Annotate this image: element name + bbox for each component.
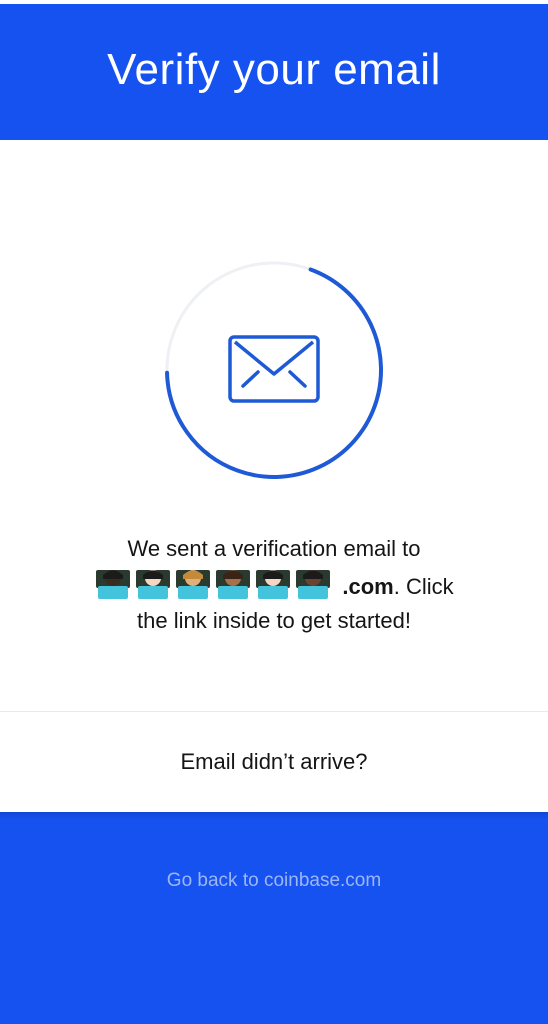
message-line-1: We sent a verification email to <box>127 536 421 561</box>
header-bar: Verify your email <box>0 4 548 140</box>
go-back-link[interactable]: Go back to coinbase.com <box>0 870 548 892</box>
message-line-3: the link inside to get started! <box>137 608 411 633</box>
message-line-2: .com. Click <box>40 566 508 604</box>
footer-shadow <box>0 812 548 820</box>
email-didnt-arrive-link[interactable]: Email didn’t arrive? <box>0 712 548 812</box>
masked-email-emoji <box>96 570 331 599</box>
page-title: Verify your email <box>107 45 441 94</box>
footer-bar: Go back to coinbase.com <box>0 812 548 1024</box>
message-line-2-suffix: . Click <box>393 574 454 599</box>
verify-email-page: Verify your email We sent a verification… <box>0 0 548 1024</box>
email-domain: .com <box>342 574 394 599</box>
verification-message: We sent a verification email to .com. Cl… <box>40 532 508 638</box>
mail-icon <box>228 335 320 403</box>
